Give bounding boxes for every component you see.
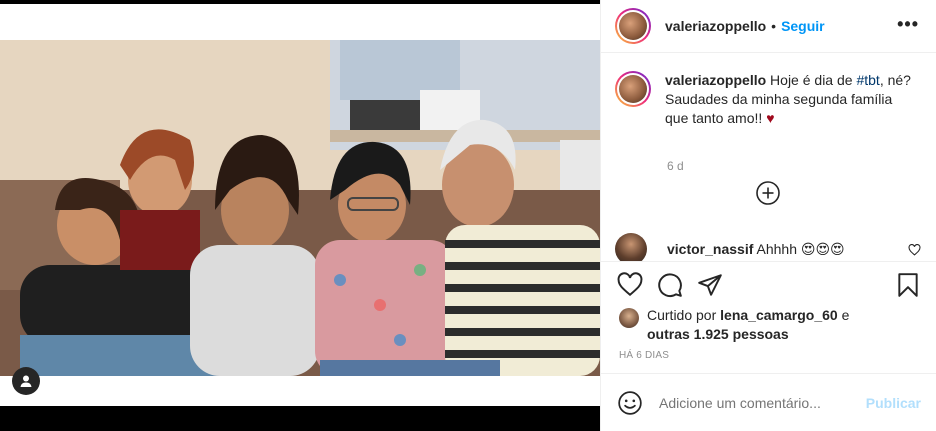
media-bottom-edge bbox=[0, 406, 600, 431]
likes-summary: Curtido por lena_camargo_60 e outras 1.9… bbox=[619, 306, 929, 344]
publish-button[interactable]: Publicar bbox=[866, 395, 921, 411]
family-photo-illustration bbox=[0, 40, 600, 376]
caption-hashtag[interactable]: #tbt bbox=[856, 72, 879, 88]
load-more-comments-button[interactable] bbox=[755, 180, 781, 206]
comment-item: victor_nassif Ahhhh 😍😍😍 bbox=[615, 233, 925, 261]
comment-body: Ahhhh 😍😍😍 bbox=[753, 240, 845, 257]
bookmark-icon bbox=[898, 273, 918, 297]
action-bar bbox=[601, 262, 936, 308]
heart-icon bbox=[908, 243, 921, 256]
save-button[interactable] bbox=[895, 272, 921, 298]
likes-prefix: Curtido por bbox=[647, 307, 721, 323]
caption-text-part1: Hoje é dia de bbox=[766, 72, 857, 88]
photo-frame-bottom bbox=[0, 376, 600, 406]
post-photo[interactable] bbox=[0, 40, 600, 376]
caption-avatar[interactable] bbox=[615, 71, 651, 107]
heart-icon bbox=[617, 272, 643, 297]
comment-button[interactable] bbox=[657, 272, 683, 298]
commenter-username[interactable]: victor_nassif bbox=[667, 241, 753, 257]
post-date[interactable]: HÁ 6 DIAS bbox=[619, 350, 669, 361]
likes-others[interactable]: outras 1.925 pessoas bbox=[647, 326, 789, 342]
red-heart-emoji: ♥ bbox=[766, 110, 775, 126]
liker-username[interactable]: lena_camargo_60 bbox=[720, 307, 838, 323]
caption-username[interactable]: valeriazoppello bbox=[665, 72, 766, 88]
user-tag-icon bbox=[20, 375, 32, 387]
post-caption: valeriazoppello Hoje é dia de #tbt, né? … bbox=[615, 71, 925, 173]
comment-text: victor_nassif Ahhhh 😍😍😍 bbox=[667, 241, 845, 258]
share-icon bbox=[698, 274, 722, 296]
comments-section: valeriazoppello Hoje é dia de #tbt, né? … bbox=[601, 53, 936, 261]
add-comment-bar: Publicar bbox=[601, 374, 936, 431]
photo-frame-top bbox=[0, 4, 600, 40]
follow-button[interactable]: Seguir bbox=[781, 18, 825, 34]
author-avatar[interactable] bbox=[615, 8, 651, 44]
post-sidebar: valeriazoppello • Seguir ••• valeriazopp… bbox=[600, 0, 936, 431]
emoji-button[interactable] bbox=[617, 390, 643, 416]
comment-like-button[interactable] bbox=[908, 243, 921, 261]
header-separator: • bbox=[771, 18, 777, 34]
share-button[interactable] bbox=[697, 272, 723, 298]
caption-time[interactable]: 6 d bbox=[667, 159, 684, 173]
user-tag-button[interactable] bbox=[12, 367, 40, 395]
caption-text: valeriazoppello Hoje é dia de #tbt, né? … bbox=[665, 71, 915, 128]
author-username[interactable]: valeriazoppello bbox=[665, 18, 766, 34]
author-avatar-image bbox=[619, 12, 647, 40]
comment-icon bbox=[658, 273, 682, 297]
likes-text: Curtido por lena_camargo_60 e outras 1.9… bbox=[647, 306, 849, 344]
like-button[interactable] bbox=[617, 272, 643, 298]
post-header: valeriazoppello • Seguir ••• bbox=[601, 0, 936, 52]
more-options-button[interactable]: ••• bbox=[897, 14, 919, 35]
commenter-avatar[interactable] bbox=[615, 233, 647, 261]
post-media[interactable] bbox=[0, 0, 600, 431]
likes-middle: e bbox=[837, 307, 850, 323]
comment-input[interactable] bbox=[659, 394, 859, 411]
liker-avatar[interactable] bbox=[619, 308, 639, 328]
emoji-icon bbox=[618, 390, 642, 415]
plus-circle-icon bbox=[756, 181, 780, 205]
